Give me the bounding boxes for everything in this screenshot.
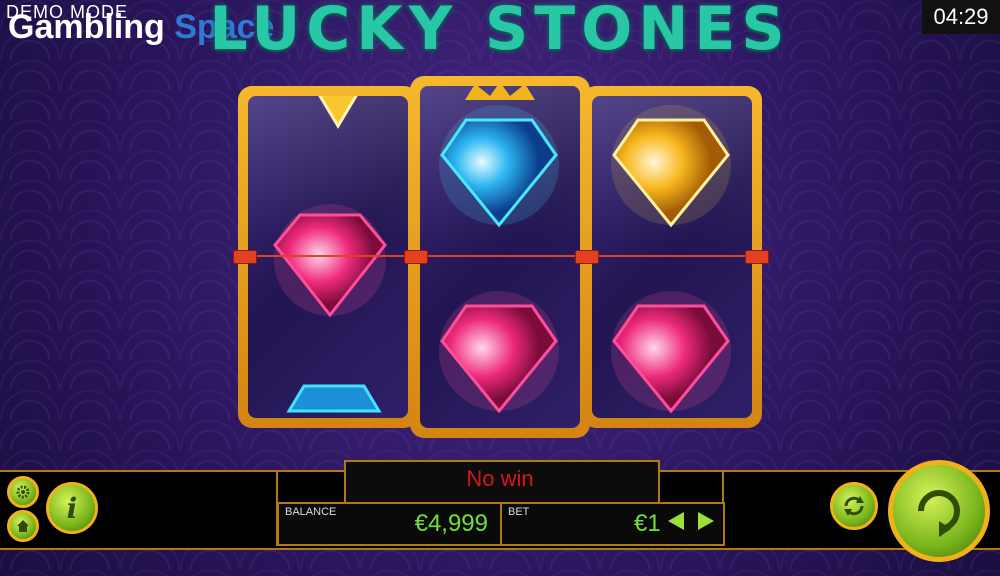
yellow-diamond-icon [611,105,731,228]
autoplay-button[interactable] [830,482,878,530]
bet-label: BET [508,506,530,518]
home-button[interactable] [7,510,39,542]
reel-window [420,86,580,428]
payline-marker [745,250,769,264]
payline-marker [404,250,428,264]
reel-window [592,96,752,418]
blue-diamond-icon [286,384,382,413]
blue-diamond-icon [439,105,559,228]
reel-window [248,96,408,418]
settings-button[interactable] [7,476,39,508]
clock: 04:29 [922,0,1000,34]
spin-button[interactable] [888,460,990,562]
game-title: LUCKY STONES [209,0,791,64]
pink-gem-icon [439,291,559,414]
win-status: No win [466,466,534,491]
reel-2 [410,76,590,438]
balance-value: €4,999 [414,510,488,537]
yellow-diamond-icon [318,96,358,129]
pink-gem-icon [273,204,387,318]
pink-gem-icon [611,291,731,414]
balance-label: BALANCE [285,506,337,518]
info-button[interactable]: i [46,482,98,534]
bet-box: BET €1 [500,502,725,546]
info-icon: i [66,491,78,525]
spin-icon [918,490,960,537]
payline-marker [233,250,257,264]
home-icon [17,520,29,532]
payline [240,255,766,257]
bet-increase-button[interactable] [698,512,714,530]
autoplay-icon [844,496,864,516]
gear-icon [16,485,30,499]
reel-1 [238,86,418,428]
payline-marker [575,250,599,264]
bet-decrease-button[interactable] [668,512,684,530]
reel-3 [582,86,762,428]
balance-box: BALANCE €4,999 [277,502,502,546]
bet-value: €1 [634,510,661,537]
